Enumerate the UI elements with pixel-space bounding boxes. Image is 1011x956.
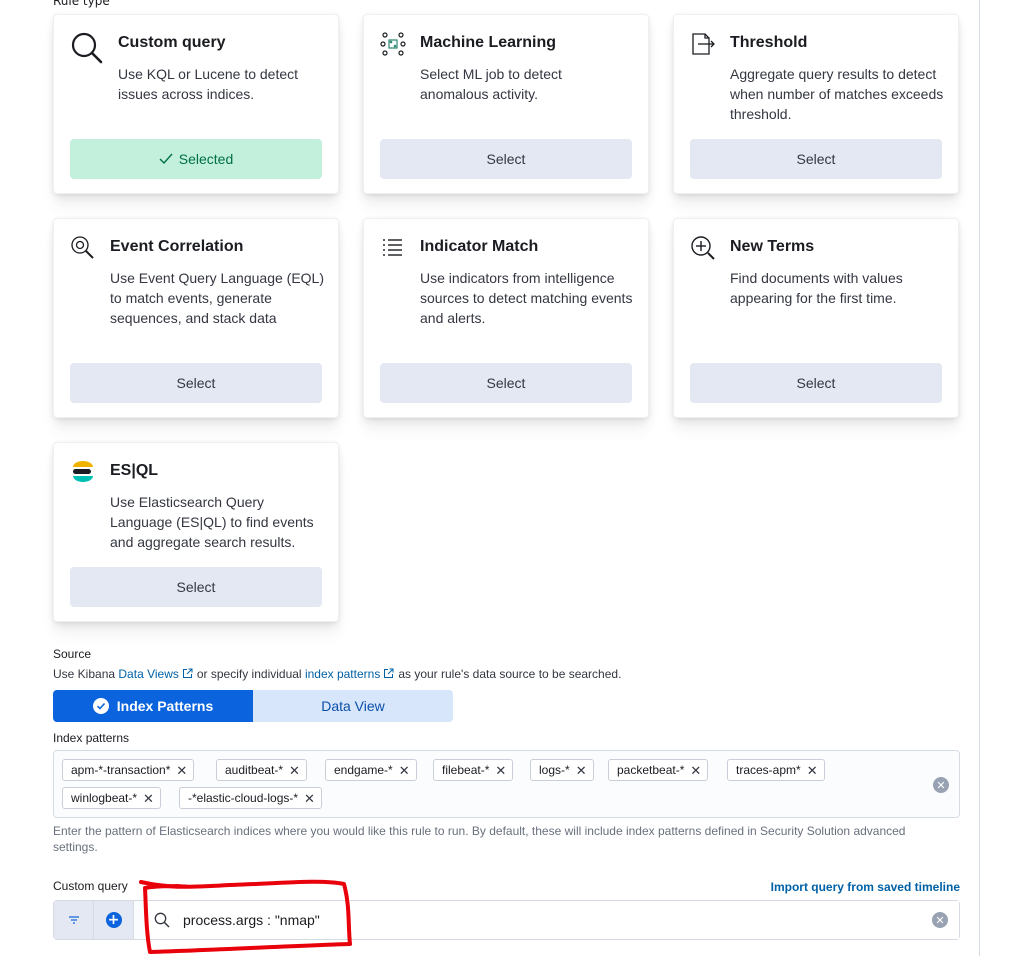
magnify-plus-icon [690, 235, 724, 269]
remove-icon[interactable]: ✕ [807, 764, 818, 777]
help-middle: or specify individual [196, 667, 302, 681]
select-button[interactable]: Select [380, 363, 632, 403]
create-rule-page: Rule type Custom query Use KQL or Lucene… [0, 0, 1011, 956]
index-pattern-pill: auditbeat-* ✕ [216, 759, 307, 781]
query-input[interactable]: process.args : "nmap" ✕ [146, 901, 959, 939]
external-link-icon [383, 668, 394, 682]
rule-card-new-terms[interactable]: New Terms Find documents with values app… [673, 218, 959, 418]
rule-card-custom-query[interactable]: Custom query Use KQL or Lucene to detect… [53, 14, 339, 194]
select-button[interactable]: Select [380, 139, 632, 179]
filter-menu-icon[interactable] [54, 901, 94, 939]
card-title: Custom query [118, 34, 226, 51]
pill-label: winlogbeat-* [71, 791, 138, 805]
index-patterns-option[interactable]: Index Patterns [53, 690, 253, 722]
check-circle-icon [92, 698, 109, 714]
pill-label: endgame-* [334, 763, 393, 777]
remove-icon[interactable]: ✕ [399, 764, 410, 777]
import-query-link[interactable]: Import query from saved timeline [771, 880, 960, 894]
remove-icon[interactable]: ✕ [289, 764, 300, 777]
rule-card-machine-learning[interactable]: Machine Learning Select ML job to detect… [363, 14, 649, 194]
pill-label: filebeat-* [442, 763, 490, 777]
index-patterns-link[interactable]: index patterns [305, 667, 380, 681]
pill-label: packetbeat-* [617, 763, 685, 777]
button-label: Selected [178, 151, 234, 167]
selected-button[interactable]: Selected [70, 139, 322, 179]
query-bar: + process.args : "nmap" ✕ [53, 900, 960, 940]
add-filter-button[interactable]: + [94, 901, 134, 939]
select-button[interactable]: Select [70, 363, 322, 403]
remove-icon[interactable]: ✕ [143, 792, 154, 805]
check-icon [159, 153, 173, 165]
pill-label: auditbeat-* [225, 763, 284, 777]
search-icon [70, 31, 104, 65]
index-pattern-pill: filebeat-* ✕ [433, 759, 514, 781]
option-label: Data View [321, 698, 385, 714]
pill-label: traces-apm* [736, 763, 801, 777]
index-pattern-pill: apm-*-transaction* ✕ [62, 759, 195, 781]
option-label: Index Patterns [116, 698, 214, 714]
index-patterns-help: Enter the pattern of Elasticsearch indic… [53, 824, 906, 854]
machine-learning-icon [380, 31, 414, 65]
external-link-icon [182, 668, 193, 682]
query-text: process.args : "nmap" [183, 912, 320, 928]
data-views-link[interactable]: Data Views [118, 667, 178, 681]
card-title: Threshold [730, 34, 808, 51]
index-pattern-pill: -*elastic-cloud-logs-* ✕ [179, 787, 322, 809]
select-button[interactable]: Select [690, 363, 942, 403]
divider [979, 0, 980, 956]
custom-query-label: Custom query [53, 879, 128, 893]
card-title: New Terms [730, 238, 815, 255]
card-description: Use KQL or Lucene to detect issues acros… [118, 66, 299, 102]
threshold-icon [690, 31, 724, 65]
card-title: Machine Learning [420, 34, 557, 51]
event-correlation-icon [70, 235, 104, 269]
source-title: Source [53, 647, 92, 661]
clear-all-icon[interactable]: ✕ [933, 777, 949, 793]
index-pattern-pill: traces-apm* ✕ [727, 759, 825, 781]
index-pattern-pill: endgame-* ✕ [325, 759, 417, 781]
clear-query-icon[interactable]: ✕ [932, 912, 948, 928]
select-button[interactable]: Select [690, 139, 942, 179]
index-patterns-combobox[interactable]: apm-*-transaction* ✕ auditbeat-* ✕ endgame… [53, 750, 960, 818]
select-button[interactable]: Select [70, 567, 322, 607]
remove-icon[interactable]: ✕ [690, 764, 701, 777]
help-suffix: as your rule's data source to be searche… [398, 667, 622, 681]
pill-label: logs-* [539, 763, 570, 777]
data-view-option[interactable]: Data View [253, 690, 453, 722]
card-title: Event Correlation [110, 238, 244, 255]
card-description: Use indicators from intelligence sources… [420, 270, 633, 326]
card-description: Use Elasticsearch Query Language (ES|QL)… [110, 494, 314, 550]
esql-logo-icon [70, 459, 104, 493]
rule-card-indicator-match[interactable]: Indicator Match Use indicators from inte… [363, 218, 649, 418]
remove-icon[interactable]: ✕ [176, 764, 187, 777]
remove-icon[interactable]: ✕ [495, 764, 506, 777]
rule-type-label: Rule type [53, 0, 110, 8]
index-pattern-pill: winlogbeat-* ✕ [62, 787, 161, 809]
card-description: Use Event Query Language (EQL) to match … [110, 270, 325, 326]
card-description: Aggregate query results to detect when n… [730, 66, 944, 122]
rule-card-event-correlation[interactable]: Event Correlation Use Event Query Langua… [53, 218, 339, 418]
index-pattern-pill: packetbeat-* ✕ [608, 759, 709, 781]
source-type-toggle: Index Patterns Data View [53, 690, 453, 722]
remove-icon[interactable]: ✕ [304, 792, 315, 805]
rule-card-threshold[interactable]: Threshold Aggregate query results to det… [673, 14, 959, 194]
remove-icon[interactable]: ✕ [576, 764, 587, 777]
index-pattern-pill: logs-* ✕ [530, 759, 594, 781]
card-description: Select ML job to detect anomalous activi… [420, 66, 562, 102]
list-icon [380, 235, 414, 269]
pill-label: apm-*-transaction* [71, 763, 171, 777]
help-prefix: Use Kibana [53, 667, 116, 681]
plus-icon: + [105, 912, 122, 928]
index-patterns-label: Index patterns [53, 731, 130, 745]
search-icon [154, 912, 170, 932]
card-title: Indicator Match [420, 238, 539, 255]
rule-card-esql[interactable]: ES|QL Use Elasticsearch Query Language (… [53, 442, 339, 622]
card-description: Find documents with values appearing for… [730, 270, 903, 306]
card-title: ES|QL [110, 462, 159, 479]
source-help-text: Use Kibana Data Views or specify individu… [53, 667, 621, 682]
pill-label: -*elastic-cloud-logs-* [188, 791, 299, 805]
